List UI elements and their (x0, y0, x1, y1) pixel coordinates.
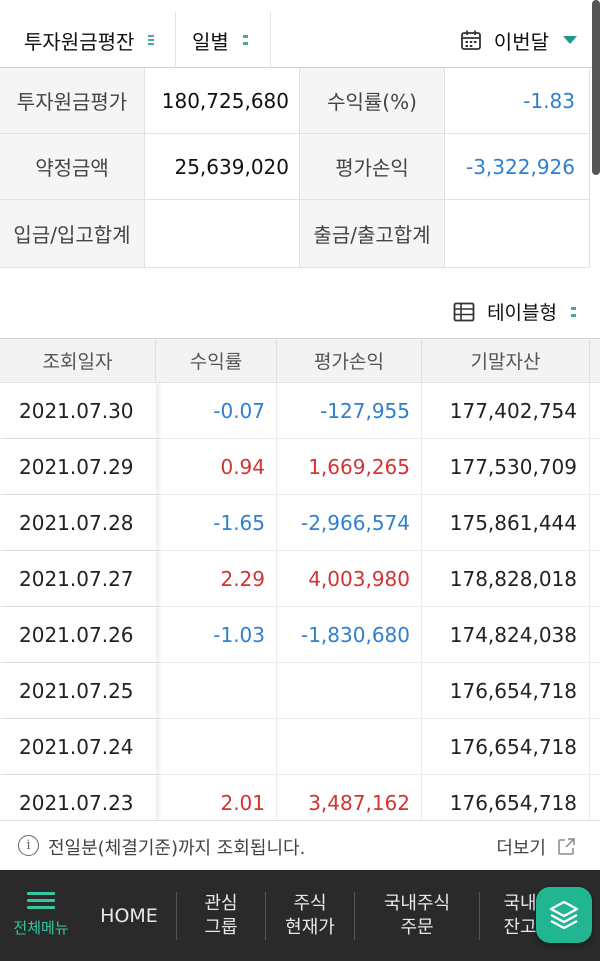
summary-value (445, 200, 590, 267)
cell-end-asset: 177,402,754 (422, 383, 590, 438)
cell-end-asset: 176,654,718 (422, 775, 590, 820)
period-type-select[interactable]: 일별 (176, 12, 271, 68)
nav-stock-price[interactable]: 주식 현재가 (266, 870, 354, 961)
summary-value (145, 200, 300, 267)
nav-watch-group-label: 관심 그룹 (204, 892, 238, 938)
info-icon: i (18, 835, 39, 856)
cell-end-asset: 175,861,444 (422, 495, 590, 550)
summary-label: 입금/입고합계 (0, 200, 145, 267)
nav-domestic-balance-label: 국내 잔고 (503, 892, 537, 938)
nav-watch-group[interactable]: 관심 그룹 (177, 870, 265, 961)
nav-home[interactable]: HOME (82, 870, 176, 961)
nav-domestic-order[interactable]: 국내주식 주문 (355, 870, 479, 961)
summary-row: 약정금액 25,639,020 평가손익 -3,322,926 (0, 134, 590, 200)
notice-text: 전일분(체결기준)까지 조회됩니다. (48, 838, 306, 859)
bottom-nav: 전체메뉴 HOME 관심 그룹 주식 현재가 국내주식 주문 국내 잔고 (0, 870, 600, 961)
cell-pl: 3,487,162 (277, 775, 422, 820)
cell-date: 2021.07.28 (0, 495, 156, 550)
cell-end-asset: 176,654,718 (422, 719, 590, 774)
cell-date: 2021.07.27 (0, 551, 156, 606)
nav-home-label: HOME (100, 904, 158, 927)
period-label: 이번달 (493, 29, 549, 54)
cell-end-asset: 177,530,709 (422, 439, 590, 494)
cell-pl: 4,003,980 (277, 551, 422, 606)
summary-row: 입금/입고합계 출금/출고합계 (0, 200, 590, 268)
table-row[interactable]: 2021.07.25 176,654,718 (0, 663, 600, 719)
cell-date: 2021.07.25 (0, 663, 156, 718)
cell-pl (277, 663, 422, 718)
cell-rate (156, 719, 277, 774)
cell-rate: -1.03 (156, 607, 277, 662)
summary-label: 평가손익 (300, 134, 445, 199)
cell-date: 2021.07.29 (0, 439, 156, 494)
cell-pl: 1,669,265 (277, 439, 422, 494)
account-type-label: 투자원금평잔 (24, 29, 135, 54)
period-type-label: 일별 (192, 29, 229, 54)
table-row[interactable]: 2021.07.23 2.01 3,487,162 176,654,718 (0, 775, 600, 820)
view-toggle-label: 테이블형 (487, 302, 557, 324)
table-view-toggle[interactable]: 테이블형 (453, 298, 576, 325)
summary-value: -3,322,926 (445, 134, 590, 199)
table-row[interactable]: 2021.07.26 -1.03 -1,830,680 174,824,038 (0, 607, 600, 663)
summary-label: 출금/출고합계 (300, 200, 445, 267)
cell-date: 2021.07.24 (0, 719, 156, 774)
table-row[interactable]: 2021.07.24 176,654,718 (0, 719, 600, 775)
floating-layers-button[interactable] (536, 887, 592, 943)
summary-label: 수익률(%) (300, 68, 445, 133)
cell-rate: 2.29 (156, 551, 277, 606)
nav-domestic-order-label: 국내주식 주문 (383, 892, 451, 938)
cell-date: 2021.07.30 (0, 383, 156, 438)
column-header-end-asset: 기말자산 (422, 339, 590, 382)
column-header-rate: 수익률 (156, 339, 277, 382)
table-row[interactable]: 2021.07.30 -0.07 -127,955 177,402,754 (0, 383, 600, 439)
cell-rate: 0.94 (156, 439, 277, 494)
nav-all-menu[interactable]: 전체메뉴 (0, 870, 82, 961)
summary-label: 약정금액 (0, 134, 145, 199)
summary-row: 투자원금평가 180,725,680 수익률(%) -1.83 (0, 68, 590, 134)
table-row[interactable]: 2021.07.29 0.94 1,669,265 177,530,709 (0, 439, 600, 495)
period-dropdown[interactable]: 이번달 (271, 12, 591, 68)
column-header-pl: 평가손익 (277, 339, 422, 382)
table-body[interactable]: 2021.07.30 -0.07 -127,955 177,402,754 20… (0, 383, 600, 820)
table-header: 조회일자 수익률 평가손익 기말자산 (0, 338, 600, 383)
account-type-select[interactable]: 투자원금평잔 (0, 12, 176, 68)
cell-end-asset: 174,824,038 (422, 607, 590, 662)
cell-rate: 2.01 (156, 775, 277, 820)
cell-pl: -127,955 (277, 383, 422, 438)
cell-pl (277, 719, 422, 774)
view-toggle-area: 테이블형 (0, 268, 600, 338)
summary-value: 180,725,680 (145, 68, 300, 133)
select-handle-icon (148, 34, 155, 46)
cell-date: 2021.07.23 (0, 775, 156, 820)
table-row[interactable]: 2021.07.28 -1.65 -2,966,574 175,861,444 (0, 495, 600, 551)
scrollbar[interactable] (592, 0, 600, 175)
select-handle-icon (242, 34, 248, 46)
notice-bar: i 전일분(체결기준)까지 조회됩니다. 더보기 (0, 820, 600, 870)
select-handle-icon (571, 306, 576, 318)
hamburger-menu-icon (27, 891, 55, 910)
summary-value: -1.83 (445, 68, 590, 133)
chevron-down-icon (563, 36, 577, 44)
cell-end-asset: 178,828,018 (422, 551, 590, 606)
summary-label: 투자원금평가 (0, 68, 145, 133)
cell-pl: -1,830,680 (277, 607, 422, 662)
cell-rate: -0.07 (156, 383, 277, 438)
more-label: 더보기 (496, 838, 546, 859)
cell-rate (156, 663, 277, 718)
cell-rate: -1.65 (156, 495, 277, 550)
calendar-icon (460, 30, 481, 50)
grid-table-icon (453, 302, 475, 321)
column-header-date: 조회일자 (0, 339, 156, 382)
cell-end-asset: 176,654,718 (422, 663, 590, 718)
cell-pl: -2,966,574 (277, 495, 422, 550)
cell-date: 2021.07.26 (0, 607, 156, 662)
table-row[interactable]: 2021.07.27 2.29 4,003,980 178,828,018 (0, 551, 600, 607)
nav-all-menu-label: 전체메뉴 (13, 918, 69, 937)
layers-icon (549, 900, 579, 930)
external-link-icon (558, 838, 575, 855)
nav-stock-price-label: 주식 현재가 (285, 892, 335, 938)
more-link[interactable]: 더보기 (496, 834, 576, 860)
filter-bar: 투자원금평잔 일별 이번달 (0, 0, 600, 68)
summary-value: 25,639,020 (145, 134, 300, 199)
